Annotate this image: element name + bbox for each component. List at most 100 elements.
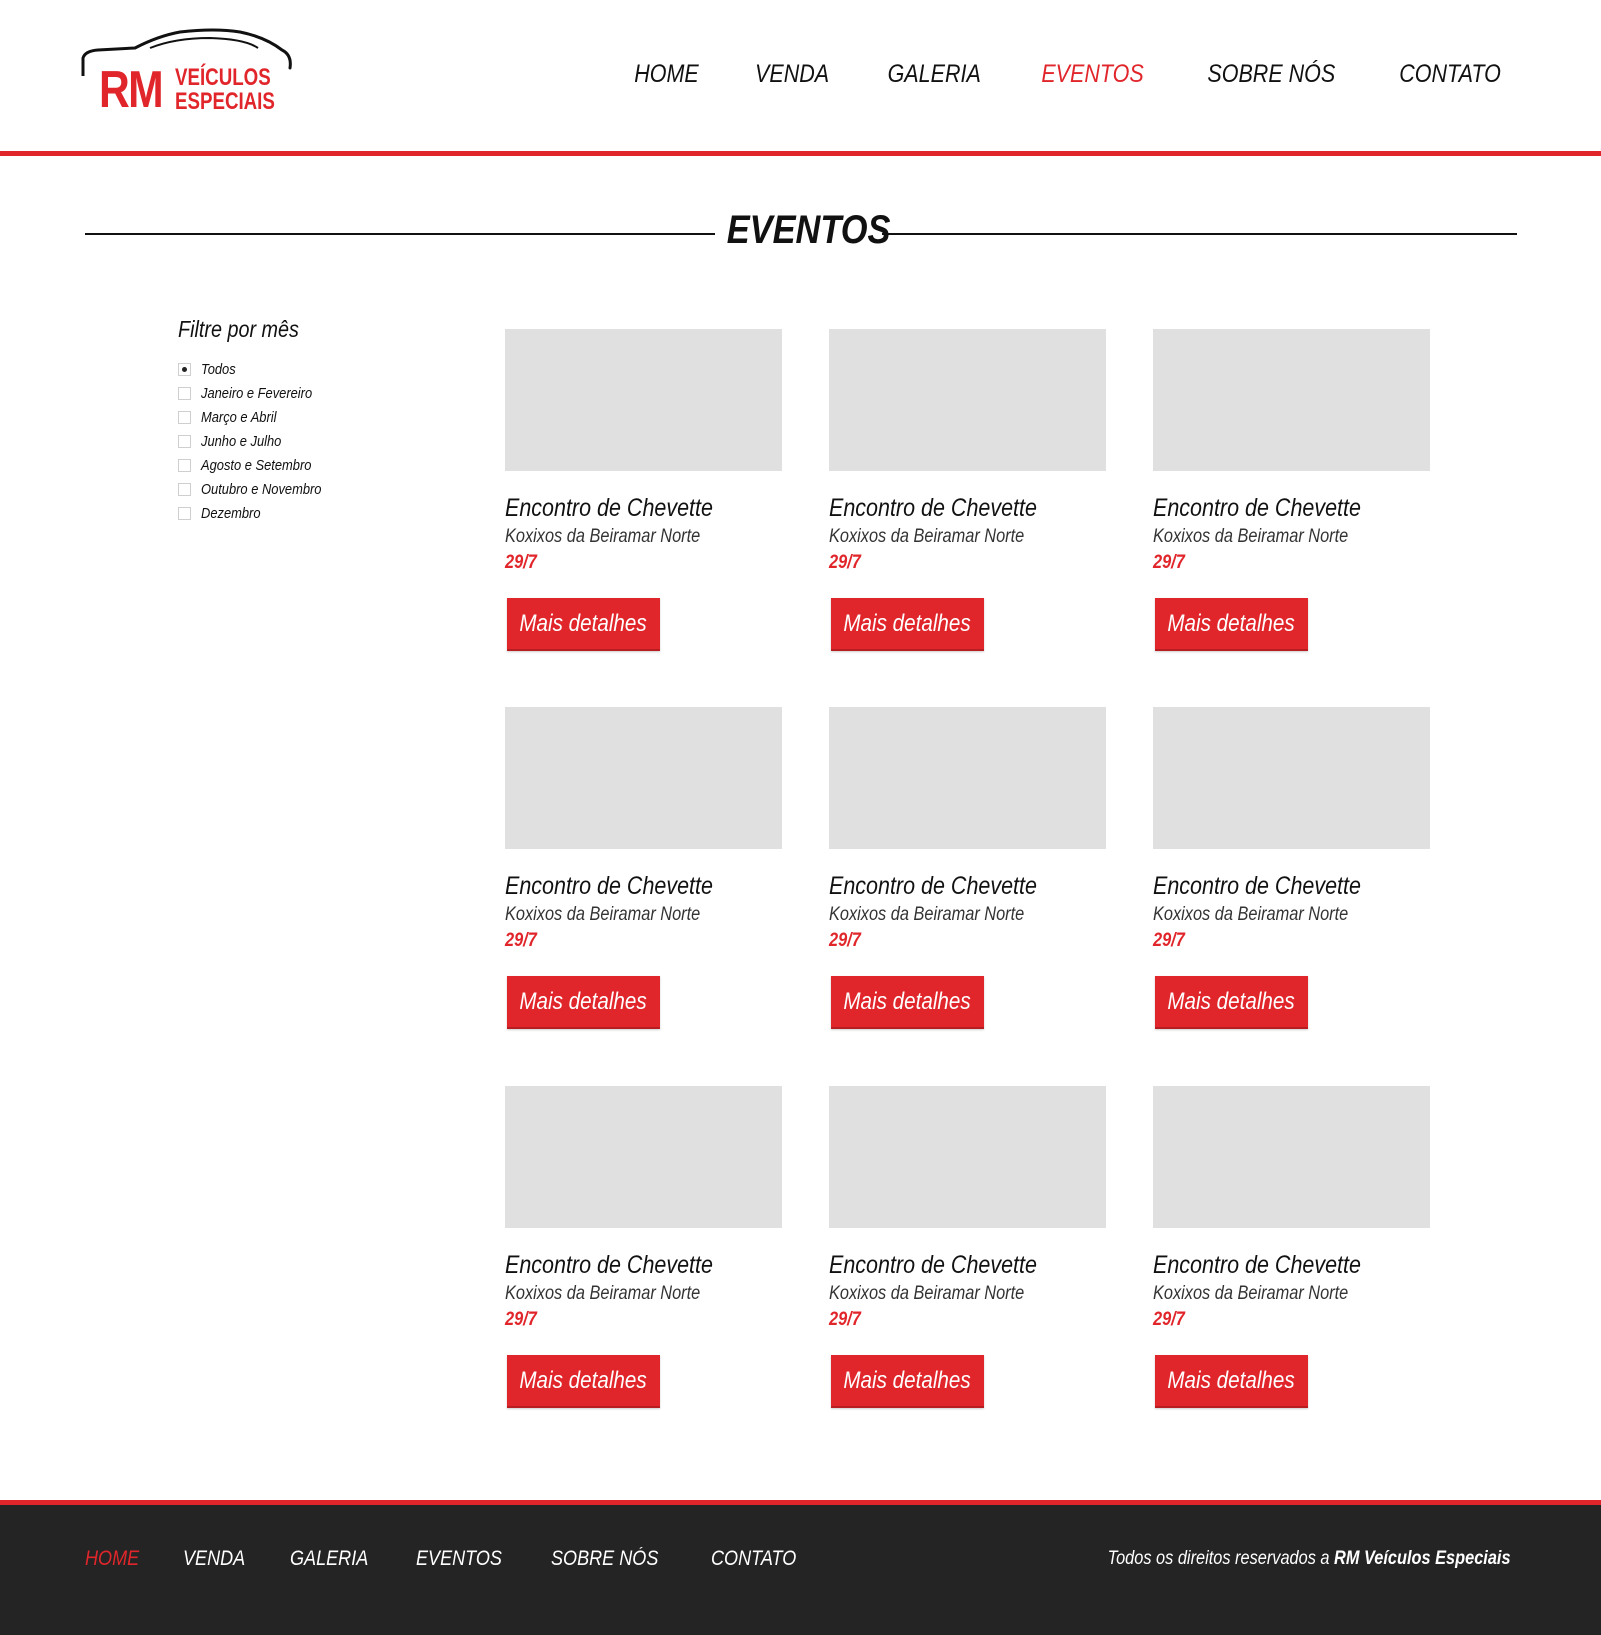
event-image-placeholder[interactable] <box>1153 329 1430 471</box>
footer-nav-eventos[interactable]: EVENTOS <box>416 1547 502 1571</box>
footer-nav-venda[interactable]: VENDA <box>183 1547 245 1571</box>
details-button-label: Mais detalhes <box>519 1366 648 1394</box>
footer-nav-galeria[interactable]: GALERIA <box>290 1547 368 1571</box>
event-title[interactable]: Encontro de Chevette <box>829 1249 1067 1281</box>
filter-option-marco-abril[interactable]: Março e Abril <box>178 405 438 429</box>
event-date: 29/7 <box>829 552 861 573</box>
page-title: EVENTOS <box>726 208 891 252</box>
event-image-placeholder[interactable] <box>505 329 782 471</box>
event-date: 29/7 <box>1153 1309 1185 1330</box>
nav-item-galeria[interactable]: GALERIA <box>887 60 980 89</box>
copyright-prefix: Todos os direitos reservados a <box>1108 1548 1335 1569</box>
filter-label: Dezembro <box>201 504 261 522</box>
details-button-label: Mais detalhes <box>519 987 648 1015</box>
event-title[interactable]: Encontro de Chevette <box>505 1249 743 1281</box>
filter-option-outubro-novembro[interactable]: Outubro e Novembro <box>178 477 438 501</box>
filter-label: Janeiro e Fevereiro <box>201 384 313 402</box>
event-image-placeholder[interactable] <box>829 1086 1106 1228</box>
logo-initials: RM <box>99 61 164 119</box>
filter-option-dezembro[interactable]: Dezembro <box>178 501 438 525</box>
details-button[interactable]: Mais detalhes <box>1155 1355 1308 1408</box>
radio-button[interactable] <box>178 386 191 400</box>
copyright-text: Todos os direitos reservados a RM Veícul… <box>1108 1548 1511 1570</box>
event-place: Koxixos da Beiramar Norte <box>1153 526 1349 547</box>
event-title[interactable]: Encontro de Chevette <box>505 492 743 524</box>
details-button[interactable]: Mais detalhes <box>831 976 984 1029</box>
event-title[interactable]: Encontro de Chevette <box>829 492 1067 524</box>
month-filter: Filtre por mês Todos Janeiro e Fevereiro… <box>178 316 438 525</box>
filter-option-junho-julho[interactable]: Junho e Julho <box>178 429 438 453</box>
logo-line1: VEÍCULOS <box>175 64 271 91</box>
details-button-label: Mais detalhes <box>519 609 648 637</box>
title-rule-right <box>882 233 1517 235</box>
event-card: Encontro de Chevette Koxixos da Beiramar… <box>1153 707 1430 1047</box>
event-title[interactable]: Encontro de Chevette <box>1153 1249 1391 1281</box>
event-place: Koxixos da Beiramar Norte <box>1153 1283 1349 1304</box>
event-image-placeholder[interactable] <box>505 707 782 849</box>
event-image-placeholder[interactable] <box>1153 707 1430 849</box>
event-title[interactable]: Encontro de Chevette <box>1153 492 1391 524</box>
event-date: 29/7 <box>505 1309 537 1330</box>
details-button[interactable]: Mais detalhes <box>831 598 984 651</box>
radio-button[interactable] <box>178 434 191 448</box>
footer-nav-home[interactable]: HOME <box>85 1547 139 1571</box>
title-rule-left <box>85 233 715 235</box>
event-title[interactable]: Encontro de Chevette <box>505 870 743 902</box>
event-date: 29/7 <box>505 930 537 951</box>
header-divider <box>0 151 1601 156</box>
nav-item-sobre-nos[interactable]: SOBRE NÓS <box>1208 60 1336 89</box>
event-place: Koxixos da Beiramar Norte <box>829 1283 1025 1304</box>
event-place: Koxixos da Beiramar Norte <box>505 904 701 925</box>
event-card: Encontro de Chevette Koxixos da Beiramar… <box>505 707 782 1047</box>
details-button[interactable]: Mais detalhes <box>1155 598 1308 651</box>
radio-button[interactable] <box>178 506 191 520</box>
footer-nav: HOME VENDA GALERIA EVENTOS SOBRE NÓS CON… <box>85 1547 845 1571</box>
details-button-label: Mais detalhes <box>843 987 972 1015</box>
event-image-placeholder[interactable] <box>829 329 1106 471</box>
event-place: Koxixos da Beiramar Norte <box>1153 904 1349 925</box>
events-grid: Encontro de Chevette Koxixos da Beiramar… <box>505 329 1430 1409</box>
filter-option-janeiro-fevereiro[interactable]: Janeiro e Fevereiro <box>178 381 438 405</box>
event-image-placeholder[interactable] <box>829 707 1106 849</box>
details-button[interactable]: Mais detalhes <box>507 598 660 651</box>
filter-label: Agosto e Setembro <box>201 456 312 474</box>
event-title[interactable]: Encontro de Chevette <box>829 870 1067 902</box>
filter-option-todos[interactable]: Todos <box>178 357 438 381</box>
event-card: Encontro de Chevette Koxixos da Beiramar… <box>1153 1086 1430 1426</box>
radio-button[interactable] <box>178 362 191 376</box>
event-card: Encontro de Chevette Koxixos da Beiramar… <box>505 1086 782 1426</box>
event-place: Koxixos da Beiramar Norte <box>505 1283 701 1304</box>
details-button-label: Mais detalhes <box>843 609 972 637</box>
event-date: 29/7 <box>829 1309 861 1330</box>
site-header: RM VEÍCULOS ESPECIAIS HOME VENDA GALERIA… <box>0 0 1601 156</box>
nav-item-eventos[interactable]: EVENTOS <box>1042 60 1144 89</box>
main-nav: HOME VENDA GALERIA EVENTOS SOBRE NÓS CON… <box>584 60 1509 89</box>
event-card: Encontro de Chevette Koxixos da Beiramar… <box>1153 329 1430 669</box>
event-place: Koxixos da Beiramar Norte <box>505 526 701 547</box>
event-card: Encontro de Chevette Koxixos da Beiramar… <box>829 707 1106 1047</box>
event-title[interactable]: Encontro de Chevette <box>1153 870 1391 902</box>
nav-item-home[interactable]: HOME <box>634 60 699 89</box>
radio-button[interactable] <box>178 482 191 496</box>
event-date: 29/7 <box>829 930 861 951</box>
filter-label: Junho e Julho <box>201 432 282 450</box>
details-button[interactable]: Mais detalhes <box>507 1355 660 1408</box>
event-image-placeholder[interactable] <box>505 1086 782 1228</box>
details-button[interactable]: Mais detalhes <box>1155 976 1308 1029</box>
site-logo[interactable]: RM VEÍCULOS ESPECIAIS <box>80 28 295 118</box>
nav-item-contato[interactable]: CONTATO <box>1399 60 1501 89</box>
site-footer: HOME VENDA GALERIA EVENTOS SOBRE NÓS CON… <box>0 1505 1601 1635</box>
details-button[interactable]: Mais detalhes <box>507 976 660 1029</box>
event-card: Encontro de Chevette Koxixos da Beiramar… <box>829 1086 1106 1426</box>
filter-option-agosto-setembro[interactable]: Agosto e Setembro <box>178 453 438 477</box>
details-button-label: Mais detalhes <box>843 1366 972 1394</box>
details-button[interactable]: Mais detalhes <box>831 1355 984 1408</box>
footer-nav-sobre-nos[interactable]: SOBRE NÓS <box>551 1547 658 1571</box>
event-image-placeholder[interactable] <box>1153 1086 1430 1228</box>
details-button-label: Mais detalhes <box>1167 609 1296 637</box>
nav-item-venda[interactable]: VENDA <box>755 60 829 89</box>
radio-button[interactable] <box>178 410 191 424</box>
footer-nav-contato[interactable]: CONTATO <box>711 1547 796 1571</box>
event-place: Koxixos da Beiramar Norte <box>829 904 1025 925</box>
radio-button[interactable] <box>178 458 191 472</box>
